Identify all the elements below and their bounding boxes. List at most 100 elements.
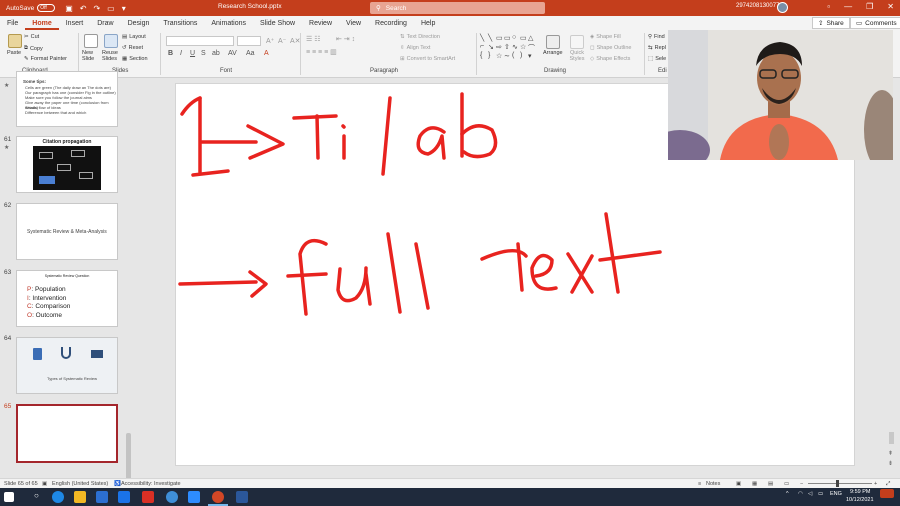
smartart-button[interactable]: ⊞ Convert to SmartArt [400,56,455,62]
tab-animations[interactable]: Animations [204,20,253,30]
tab-home[interactable]: Home [25,20,59,30]
tab-view[interactable]: View [339,20,368,30]
tab-review[interactable]: Review [302,20,339,30]
arrow-shape-icon[interactable]: ⇧ [504,43,512,52]
format-painter-button[interactable]: ✎ Format Painter [24,56,67,62]
zoom-app-icon[interactable] [188,491,200,503]
file-explorer-icon[interactable] [74,491,86,503]
zoom-slider-thumb[interactable] [836,480,839,487]
oval-shape-icon[interactable]: ○ [512,34,520,43]
character-spacing-button[interactable]: AV [228,50,237,57]
bullets-icon[interactable]: ☰ ☷ [306,35,321,43]
line-shape-icon[interactable]: ╲ [488,34,496,43]
slide-thumbnail-62[interactable]: Systematic Review & Meta-Analysis [16,203,118,260]
tab-insert[interactable]: Insert [59,20,91,30]
undo-icon[interactable]: ↶ [80,4,87,13]
line-shape-icon[interactable]: ↘ [488,43,496,52]
shape-effects-button[interactable]: ◇ Shape Effects [590,56,630,62]
pdf-reader-icon[interactable] [142,491,154,503]
tab-design[interactable]: Design [121,20,157,30]
quick-styles-button[interactable]: Quick Styles [566,50,588,62]
grow-font-icon[interactable]: A⁺ [266,37,274,45]
shrink-font-icon[interactable]: A⁻ [278,37,286,45]
search-box[interactable]: ⚲ Search [370,2,545,14]
avatar[interactable] [777,2,788,13]
redo-icon[interactable]: ↷ [93,4,100,13]
layout-button[interactable]: ▤ Layout [122,34,146,40]
tab-help[interactable]: Help [414,20,442,30]
notes-button[interactable]: Notes [706,481,720,487]
underline-button[interactable]: U [190,50,195,57]
maximize-icon[interactable]: ❐ [866,2,873,11]
zoom-slider[interactable] [808,483,872,484]
ribbon-display-icon[interactable]: ▫ [827,2,830,11]
align-text-button[interactable]: ⇳ Align Text [400,45,430,51]
replace-button[interactable]: ⇆ Repl [648,45,666,51]
slide-thumbnail-60[interactable]: Some tips: Cells are green (The daily dr… [16,71,118,127]
text-direction-button[interactable]: ⇅ Text Direction [400,34,440,40]
word-icon[interactable] [236,491,248,503]
curve-shape-icon[interactable]: ⌒ [528,43,536,52]
autosave[interactable]: AutoSave Off [6,4,56,12]
slideshow-view-icon[interactable]: ▭ [784,481,789,487]
mail-icon[interactable] [118,491,130,503]
reset-button[interactable]: ↺ Reset [122,45,143,51]
proofing-icon[interactable]: ▣ [42,481,47,487]
tray-chevron-icon[interactable]: ^ [786,491,789,497]
bold-button[interactable]: B [168,50,173,57]
volume-icon[interactable]: ◁ [808,491,812,497]
align-icons[interactable]: ≡ ≡ ≡ ≡ ▥ [306,48,337,56]
customize-icon[interactable]: ▾ [122,4,126,13]
arrange-button[interactable]: Arrange [543,50,563,56]
slide-thumbnail-65[interactable] [16,404,118,463]
triangle-shape-icon[interactable]: △ [528,34,536,43]
reuse-slides-button[interactable]: Reuse Slides [102,50,120,62]
save-icon[interactable]: ▣ [65,4,73,13]
rect-shape-icon[interactable]: ▭ [496,34,504,43]
arrow-shape-icon[interactable]: ⇨ [496,43,504,52]
next-slide-icon[interactable]: ⇟ [888,460,893,467]
prev-slide-icon[interactable]: ⇞ [888,450,893,457]
normal-view-icon[interactable]: ▣ [736,481,741,487]
shape-outline-button[interactable]: ◻ Shape Outline [590,45,631,51]
section-button[interactable]: ▦ Section [122,56,148,62]
curve-shape-icon[interactable]: ∿ [512,43,520,52]
shapes-gallery[interactable]: ╲ ╲ ▭ ▭ ○ ▭ △ ⌐ ↘ ⇨ ⇧ ∿ ☆ ⌒ {} ☆ ∼() ▾ [480,34,536,64]
tab-draw[interactable]: Draw [90,20,120,30]
slide-sorter-icon[interactable]: ▦ [752,481,757,487]
tab-recording[interactable]: Recording [368,20,414,30]
quick-styles-icon[interactable] [570,35,584,49]
edge-icon[interactable] [52,491,64,503]
store-icon[interactable] [96,491,108,503]
zoom-in-icon[interactable]: + [874,481,877,487]
star-shape-icon[interactable]: ☆ [520,43,528,52]
paste-button[interactable]: Paste [7,50,21,56]
account-name[interactable]: 2974208130077 [736,3,779,9]
italic-button[interactable]: I [180,50,182,57]
paste-icon[interactable] [8,34,22,48]
notification-icon[interactable] [880,489,894,498]
brace-shape-icon[interactable]: ) [520,52,528,61]
autosave-toggle[interactable]: Off [37,4,56,12]
battery-icon[interactable]: ▭ [818,491,823,497]
new-slide-icon[interactable] [84,34,98,48]
powerpoint-icon[interactable] [212,491,224,503]
share-button[interactable]: ⇪ Share [812,17,850,29]
rect-shape-icon[interactable]: ▭ [504,34,512,43]
font-name-dropdown[interactable] [166,36,234,46]
font-color-button[interactable]: A [264,50,269,57]
slide-thumbnail-61[interactable]: Citation propagation [16,136,118,193]
copy-button[interactable]: ⧉ Copy [24,45,43,52]
language-status[interactable]: English (United States) [52,481,108,487]
clock-time[interactable]: 9:59 PM [850,489,870,495]
tab-file[interactable]: File [0,20,25,30]
change-case-button[interactable]: Aa [246,50,255,57]
brace-shape-icon[interactable]: { [480,52,488,61]
accessibility-status[interactable]: Accessibility: Investigate [121,481,181,487]
fit-slide-icon[interactable]: ⤢ [886,481,890,488]
strikethrough-button[interactable]: S [201,50,206,57]
minimize-icon[interactable]: — [844,2,852,11]
rect-shape-icon[interactable]: ▭ [520,34,528,43]
clear-format-icon[interactable]: A✕ [290,37,301,45]
line-shape-icon[interactable]: ╲ [480,34,488,43]
